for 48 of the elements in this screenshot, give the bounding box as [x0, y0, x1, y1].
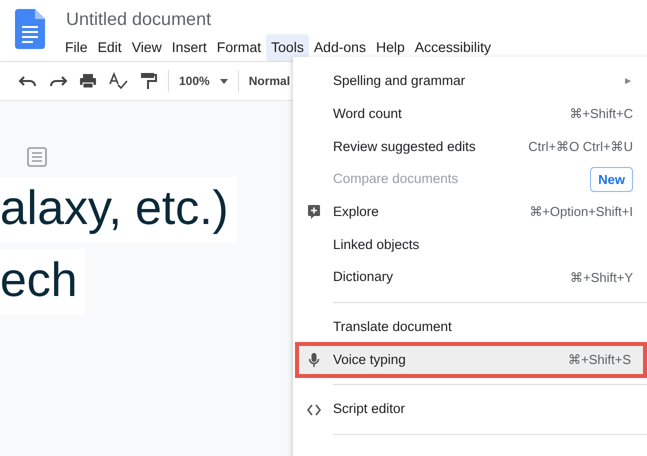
- docs-logo-icon: [15, 9, 45, 49]
- menu-item-label: Linked objects: [333, 236, 420, 254]
- shortcut-text: ⌘+Shift+Y: [570, 268, 633, 287]
- style-select[interactable]: Normal: [248, 72, 290, 90]
- new-badge: New: [590, 166, 633, 192]
- menu-bar-item[interactable]: Insert: [166, 34, 212, 61]
- submenu-arrow: ►: [623, 74, 633, 89]
- menu-bar-item[interactable]: Add-ons: [308, 34, 371, 61]
- menu-bar-item[interactable]: Accessibility: [410, 34, 496, 61]
- menu-item-label: Spelling and grammar: [333, 72, 466, 90]
- document-title[interactable]: Untitled document: [66, 6, 212, 33]
- menu-item[interactable]: Review suggested edits Ctrl+⌘O Ctrl+⌘U: [293, 130, 647, 164]
- menu-bar-item[interactable]: Edit: [92, 34, 127, 61]
- shortcut-text: ⌘+Shift+S: [568, 351, 631, 370]
- menu-item-label: Translate document: [333, 318, 452, 336]
- menu-item-label: Script editor: [333, 400, 406, 418]
- menu-item[interactable]: Linked objects: [293, 228, 647, 262]
- spellcheck-icon[interactable]: [108, 71, 128, 91]
- menu-item-label: Review suggested edits: [333, 138, 476, 156]
- menu-item-label: Dictionary: [333, 268, 394, 286]
- menu-item[interactable]: Dictionary ⌘+Shift+Y: [293, 261, 647, 294]
- document-text: ech: [0, 249, 86, 315]
- menu-bar-item[interactable]: View: [126, 34, 167, 61]
- menu-item[interactable]: Translate document: [293, 310, 647, 344]
- menu-item[interactable]: Explore ⌘+Option+Shift+I: [293, 196, 647, 228]
- menu-item[interactable]: Spelling and grammar ►: [293, 65, 647, 98]
- code-icon: [307, 402, 321, 418]
- menu-item-label: Explore: [333, 202, 379, 221]
- outline-icon[interactable]: [27, 147, 47, 167]
- menu-item[interactable]: Word count ⌘+Shift+C: [293, 98, 647, 130]
- menu-bar-item[interactable]: Format: [212, 34, 266, 61]
- microphone-icon: [307, 352, 321, 368]
- menu-item-label: Voice typing: [333, 350, 406, 369]
- document-text: alaxy, etc.): [0, 177, 237, 243]
- paint-format-icon[interactable]: [138, 71, 158, 91]
- menu-item-label: Word count: [333, 104, 402, 123]
- shortcut-text: Ctrl+⌘O Ctrl+⌘U: [528, 138, 633, 156]
- menu-bar-item[interactable]: File: [60, 34, 93, 61]
- menu-bar-item[interactable]: Tools: [266, 34, 309, 61]
- explore-icon: [307, 204, 321, 220]
- shortcut-text: ⌘+Option+Shift+I: [529, 203, 633, 222]
- menu-item-label: Compare documents: [333, 170, 458, 188]
- zoom-select[interactable]: 100%: [179, 72, 210, 90]
- menu-item[interactable]: Script editor: [293, 393, 647, 426]
- shortcut-text: ⌘+Shift+C: [569, 105, 633, 124]
- menu-item[interactable]: Voice typing ⌘+Shift+S: [297, 344, 645, 376]
- menu-bar-item[interactable]: Help: [370, 34, 410, 61]
- caret-icon[interactable]: [220, 78, 228, 84]
